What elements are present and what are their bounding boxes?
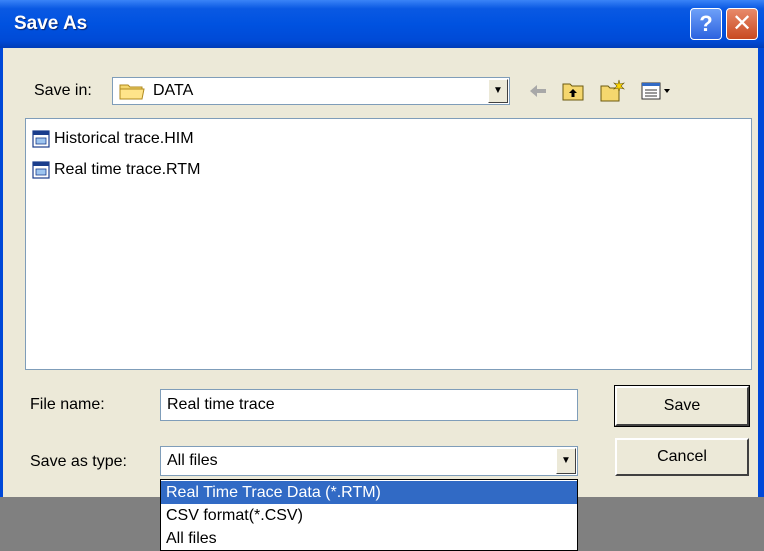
file-name: Historical trace.HIM (54, 130, 194, 147)
save-as-type-value: All files (167, 452, 218, 469)
title-bar[interactable]: Save As ? ✕ (0, 0, 764, 48)
save-in-value: DATA (153, 82, 194, 99)
cancel-button[interactable]: Cancel (615, 438, 749, 476)
file-list[interactable]: Historical trace.HIM Real time trace.RTM (25, 118, 752, 370)
dropdown-option-all-files[interactable]: All files (161, 527, 577, 550)
folder-icon (119, 84, 145, 100)
save-as-type-dropdown-list[interactable]: Real Time Trace Data (*.RTM) CSV format(… (160, 479, 578, 551)
new-folder-icon[interactable] (599, 78, 625, 104)
chevron-down-icon: ▼ (493, 85, 503, 96)
save-in-dropdown-button[interactable]: ▼ (488, 79, 508, 103)
chevron-down-icon: ▼ (561, 455, 571, 466)
window-frame-left (0, 48, 3, 497)
dropdown-option-rtm[interactable]: Real Time Trace Data (*.RTM) (161, 481, 577, 504)
trace-file-icon (32, 130, 50, 148)
save-as-type-select[interactable]: All files ▼ (160, 446, 578, 476)
file-name-label: File name: (30, 396, 105, 413)
save-button[interactable]: Save (614, 385, 750, 427)
save-as-type-dropdown-button[interactable]: ▼ (556, 448, 576, 474)
trace-file-icon (32, 161, 50, 179)
dropdown-option-csv[interactable]: CSV format(*.CSV) (161, 504, 577, 527)
up-folder-icon[interactable] (561, 78, 585, 104)
file-name-input[interactable]: Real time trace (160, 389, 578, 421)
save-in-label: Save in: (34, 82, 92, 99)
dialog-title: Save As (14, 13, 88, 34)
close-button[interactable]: ✕ (726, 8, 758, 40)
views-menu-icon[interactable] (640, 78, 672, 104)
save-as-dialog: Save As ? ✕ Save in: DATA ▼ Historical t… (0, 0, 764, 497)
back-arrow-icon[interactable] (527, 78, 549, 104)
save-as-type-label: Save as type: (30, 453, 127, 470)
help-button[interactable]: ? (690, 8, 722, 40)
save-in-combo[interactable]: DATA ▼ (112, 77, 510, 105)
window-frame-right (758, 48, 764, 497)
file-name: Real time trace.RTM (54, 161, 201, 178)
